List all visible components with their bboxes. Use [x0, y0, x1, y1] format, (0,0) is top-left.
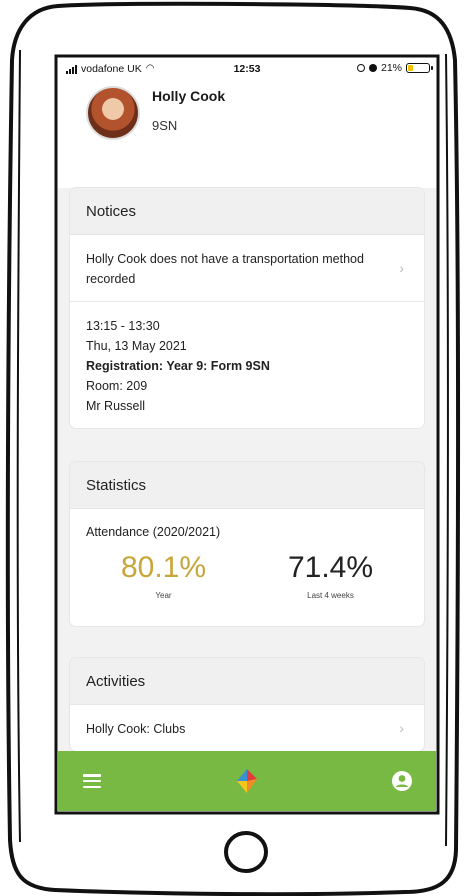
student-form: 9SN: [152, 118, 178, 133]
bottom-nav: [58, 751, 436, 811]
battery-icon: [406, 63, 433, 73]
transport-notice-row[interactable]: Holly Cook does not have a transportatio…: [70, 235, 424, 302]
phone-screen: vodafone UK ◠ 12:53 21% Holly Cook 9SN N…: [58, 58, 436, 811]
clubs-row[interactable]: Holly Cook: Clubs ›: [70, 705, 424, 751]
chevron-right-icon: ›: [399, 720, 404, 736]
statistics-card: Statistics Attendance (2020/2021) 80.1% …: [70, 462, 424, 626]
year-attendance-value: 80.1%: [120, 551, 207, 584]
weeks-attendance-caption: Last 4 weeks: [307, 591, 354, 600]
home-logo-button[interactable]: [217, 751, 277, 811]
registration-date: Thu, 13 May 2021: [86, 339, 187, 353]
statistics-title: Statistics: [70, 462, 424, 509]
status-bar: vodafone UK ◠ 12:53 21%: [58, 58, 436, 80]
activities-card: Activities Holly Cook: Clubs ›: [70, 658, 424, 751]
notices-card: Notices Holly Cook does not have a trans…: [70, 188, 424, 428]
avatar[interactable]: [86, 86, 140, 140]
weeks-attendance: 71.4% Last 4 weeks: [251, 549, 411, 600]
rotation-lock-icon: [356, 64, 365, 72]
attendance-label: Attendance (2020/2021): [86, 525, 221, 539]
clubs-label: Holly Cook: Clubs: [86, 722, 186, 736]
home-button: [224, 831, 268, 873]
registration-time: 13:15 - 13:30: [86, 319, 160, 333]
student-name: Holly Cook: [152, 88, 226, 104]
alarm-icon: [368, 64, 377, 72]
notices-title: Notices: [70, 188, 424, 235]
app-logo-icon: [237, 769, 257, 793]
year-attendance: 80.1% Year: [84, 549, 244, 600]
profile-header[interactable]: Holly Cook 9SN: [58, 80, 436, 188]
registration-teacher: Mr Russell: [86, 399, 146, 413]
menu-icon: [83, 774, 101, 788]
year-attendance-caption: Year: [155, 591, 172, 600]
activities-title: Activities: [70, 658, 424, 705]
account-button[interactable]: [372, 751, 432, 811]
battery-percent: 21%: [380, 62, 402, 74]
weeks-attendance-value: 71.4%: [287, 551, 374, 584]
account-icon: [392, 771, 412, 791]
chevron-right-icon: ›: [399, 260, 404, 276]
registration-row[interactable]: 13:15 - 13:30 Thu, 13 May 2021 Registrat…: [70, 302, 424, 428]
registration-room: Room: 209: [86, 379, 148, 393]
registration-title: Registration: Year 9: Form 9SN: [86, 359, 270, 373]
menu-button[interactable]: [62, 751, 122, 811]
transport-notice-text: Holly Cook does not have a transportatio…: [86, 252, 364, 286]
attendance-stats[interactable]: 80.1% Year 71.4% Last 4 weeks: [70, 539, 424, 626]
